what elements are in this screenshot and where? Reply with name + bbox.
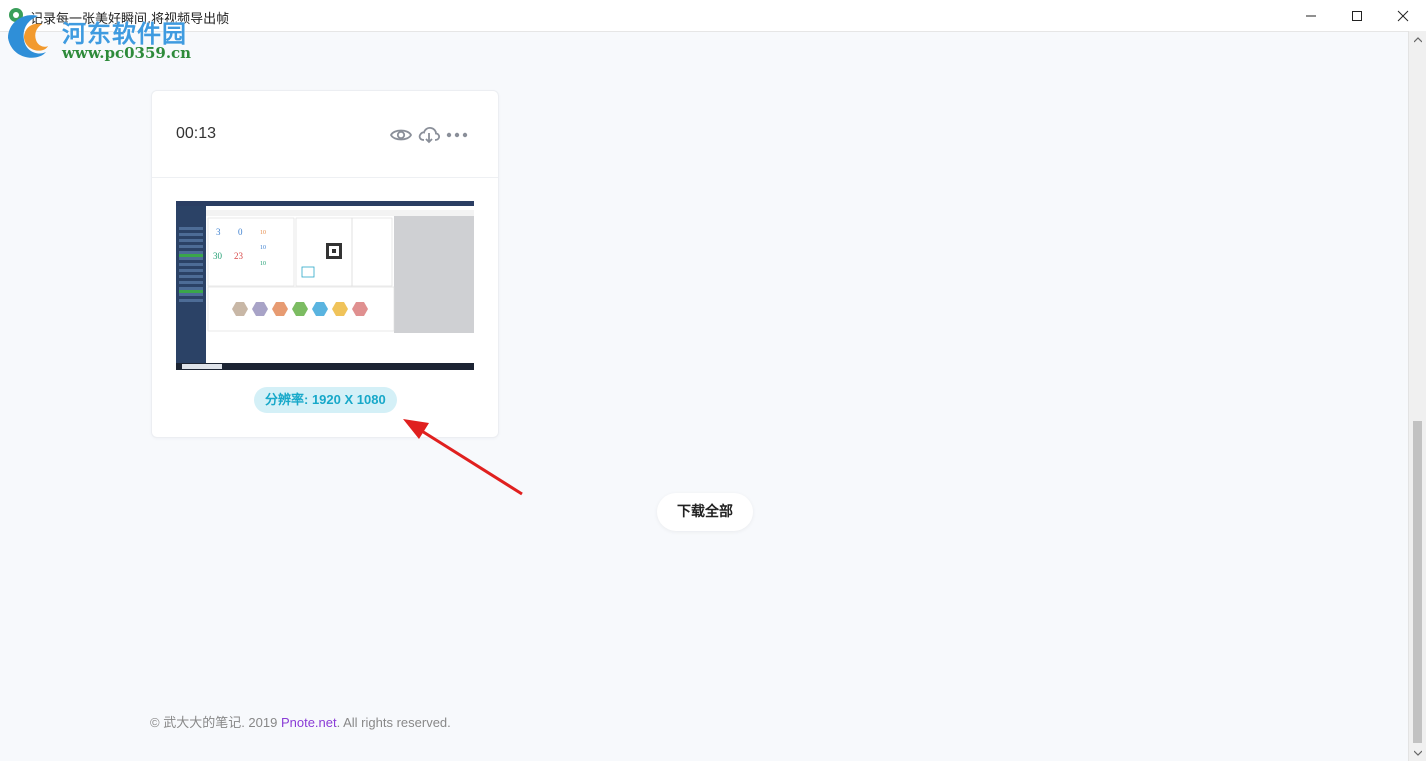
svg-text:0: 0 bbox=[238, 227, 243, 237]
card-actions bbox=[390, 125, 468, 145]
svg-text:10: 10 bbox=[260, 245, 266, 251]
frame-card: 00:13 3 0 30 23 10 10 10 分辨率: 1920 X 108… bbox=[151, 90, 499, 438]
eye-icon bbox=[390, 129, 412, 141]
frame-thumbnail[interactable]: 30 30 23 10 10 10 bbox=[176, 201, 474, 370]
svg-text:3: 3 bbox=[216, 227, 221, 237]
resolution-badge: 分辨率: 1920 X 1080 bbox=[254, 387, 397, 413]
close-button[interactable] bbox=[1380, 0, 1426, 31]
svg-text:10: 10 bbox=[260, 230, 266, 236]
maximize-icon bbox=[1352, 10, 1362, 21]
download-all-button[interactable]: 下载全部 bbox=[657, 493, 753, 531]
title-bar: 记录每一张美好瞬间,将视频导出帧 bbox=[0, 0, 1426, 32]
close-icon bbox=[1397, 10, 1409, 21]
footer-copyright: © 武大大的笔记. 2019 bbox=[150, 715, 281, 730]
vertical-scrollbar[interactable] bbox=[1408, 31, 1426, 761]
footer-rights: . All rights reserved. bbox=[336, 715, 451, 730]
frame-timestamp: 00:13 bbox=[176, 125, 217, 142]
cloud-download-icon bbox=[418, 127, 440, 144]
svg-text:10: 10 bbox=[260, 261, 266, 267]
preview-button[interactable] bbox=[390, 125, 412, 145]
download-frame-button[interactable] bbox=[418, 125, 440, 145]
more-button[interactable] bbox=[446, 125, 468, 145]
annotation-arrow bbox=[403, 419, 523, 496]
scroll-down-button[interactable] bbox=[1409, 744, 1426, 761]
watermark-logo-icon bbox=[8, 15, 48, 58]
chevron-down-icon bbox=[1413, 750, 1422, 756]
svg-text:30: 30 bbox=[213, 251, 223, 261]
scroll-thumb[interactable] bbox=[1413, 421, 1422, 743]
frame-thumbnail-image: 30 30 23 10 10 10 bbox=[176, 201, 474, 370]
card-header: 00:13 bbox=[152, 91, 498, 178]
more-icon bbox=[446, 132, 468, 138]
svg-text:23: 23 bbox=[234, 251, 244, 261]
chevron-up-icon bbox=[1413, 36, 1422, 42]
minimize-button[interactable] bbox=[1288, 0, 1334, 31]
minimize-icon bbox=[1306, 15, 1316, 16]
scroll-up-button[interactable] bbox=[1409, 31, 1426, 48]
footer-brand-link[interactable]: Pnote.net bbox=[281, 715, 337, 730]
watermark-url: www.pc0359.cn bbox=[62, 44, 192, 62]
footer: © 武大大的笔记. 2019 Pnote.net. All rights res… bbox=[150, 712, 451, 731]
maximize-button[interactable] bbox=[1334, 0, 1380, 31]
